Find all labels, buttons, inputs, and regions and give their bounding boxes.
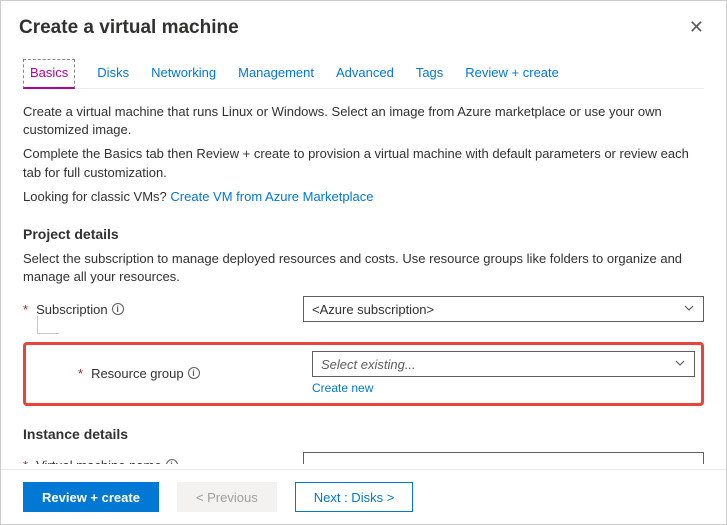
tab-basics[interactable]: Basics: [23, 59, 75, 89]
vm-name-input[interactable]: [303, 452, 704, 464]
project-details-title: Project details: [23, 226, 704, 242]
vm-name-row: * Virtual machine name i: [23, 452, 704, 464]
info-icon[interactable]: i: [188, 367, 200, 379]
next-button[interactable]: Next : Disks >: [295, 482, 414, 512]
intro-line-3-prefix: Looking for classic VMs?: [23, 189, 170, 204]
vm-name-label: * Virtual machine name i: [23, 458, 303, 464]
required-star: *: [78, 366, 83, 381]
subscription-label: * Subscription i: [23, 302, 303, 317]
subscription-row: * Subscription i <Azure subscription>: [23, 296, 704, 322]
close-icon[interactable]: ✕: [685, 13, 708, 42]
instance-details-title: Instance details: [23, 426, 704, 442]
review-create-button[interactable]: Review + create: [23, 482, 159, 512]
page-title: Create a virtual machine: [19, 17, 239, 39]
chevron-down-icon: [674, 357, 686, 372]
tab-advanced[interactable]: Advanced: [336, 59, 394, 88]
intro-line-3: Looking for classic VMs? Create VM from …: [23, 188, 704, 206]
tab-networking[interactable]: Networking: [151, 59, 216, 88]
tab-management[interactable]: Management: [238, 59, 314, 88]
tab-tags[interactable]: Tags: [416, 59, 443, 88]
required-star: *: [23, 302, 28, 317]
resource-group-row: * Resource group i Select existing... Cr…: [32, 351, 695, 395]
footer-bar: Review + create < Previous Next : Disks …: [1, 469, 726, 524]
info-icon[interactable]: i: [166, 459, 178, 464]
tab-bar: Basics Disks Networking Management Advan…: [23, 59, 704, 89]
subscription-value: <Azure subscription>: [312, 302, 434, 317]
previous-button: < Previous: [177, 482, 277, 512]
tree-indent-line: [37, 316, 59, 334]
intro-line-1: Create a virtual machine that runs Linux…: [23, 103, 704, 139]
resource-group-placeholder: Select existing...: [321, 357, 416, 372]
resource-group-highlight: * Resource group i Select existing... Cr…: [23, 342, 704, 406]
resource-group-select[interactable]: Select existing...: [312, 351, 695, 377]
subscription-select[interactable]: <Azure subscription>: [303, 296, 704, 322]
marketplace-link[interactable]: Create VM from Azure Marketplace: [170, 189, 373, 204]
tab-disks[interactable]: Disks: [97, 59, 129, 88]
panel-header: Create a virtual machine ✕: [1, 1, 726, 50]
tab-review-create[interactable]: Review + create: [465, 59, 559, 88]
chevron-down-icon: [683, 302, 695, 317]
resource-group-label: * Resource group i: [78, 366, 312, 381]
content-scroll[interactable]: Basics Disks Networking Management Advan…: [1, 45, 726, 464]
intro-line-2: Complete the Basics tab then Review + cr…: [23, 145, 704, 181]
info-icon[interactable]: i: [112, 303, 124, 315]
project-details-desc: Select the subscription to manage deploy…: [23, 250, 704, 286]
create-new-link[interactable]: Create new: [312, 381, 695, 395]
required-star: *: [23, 458, 28, 464]
